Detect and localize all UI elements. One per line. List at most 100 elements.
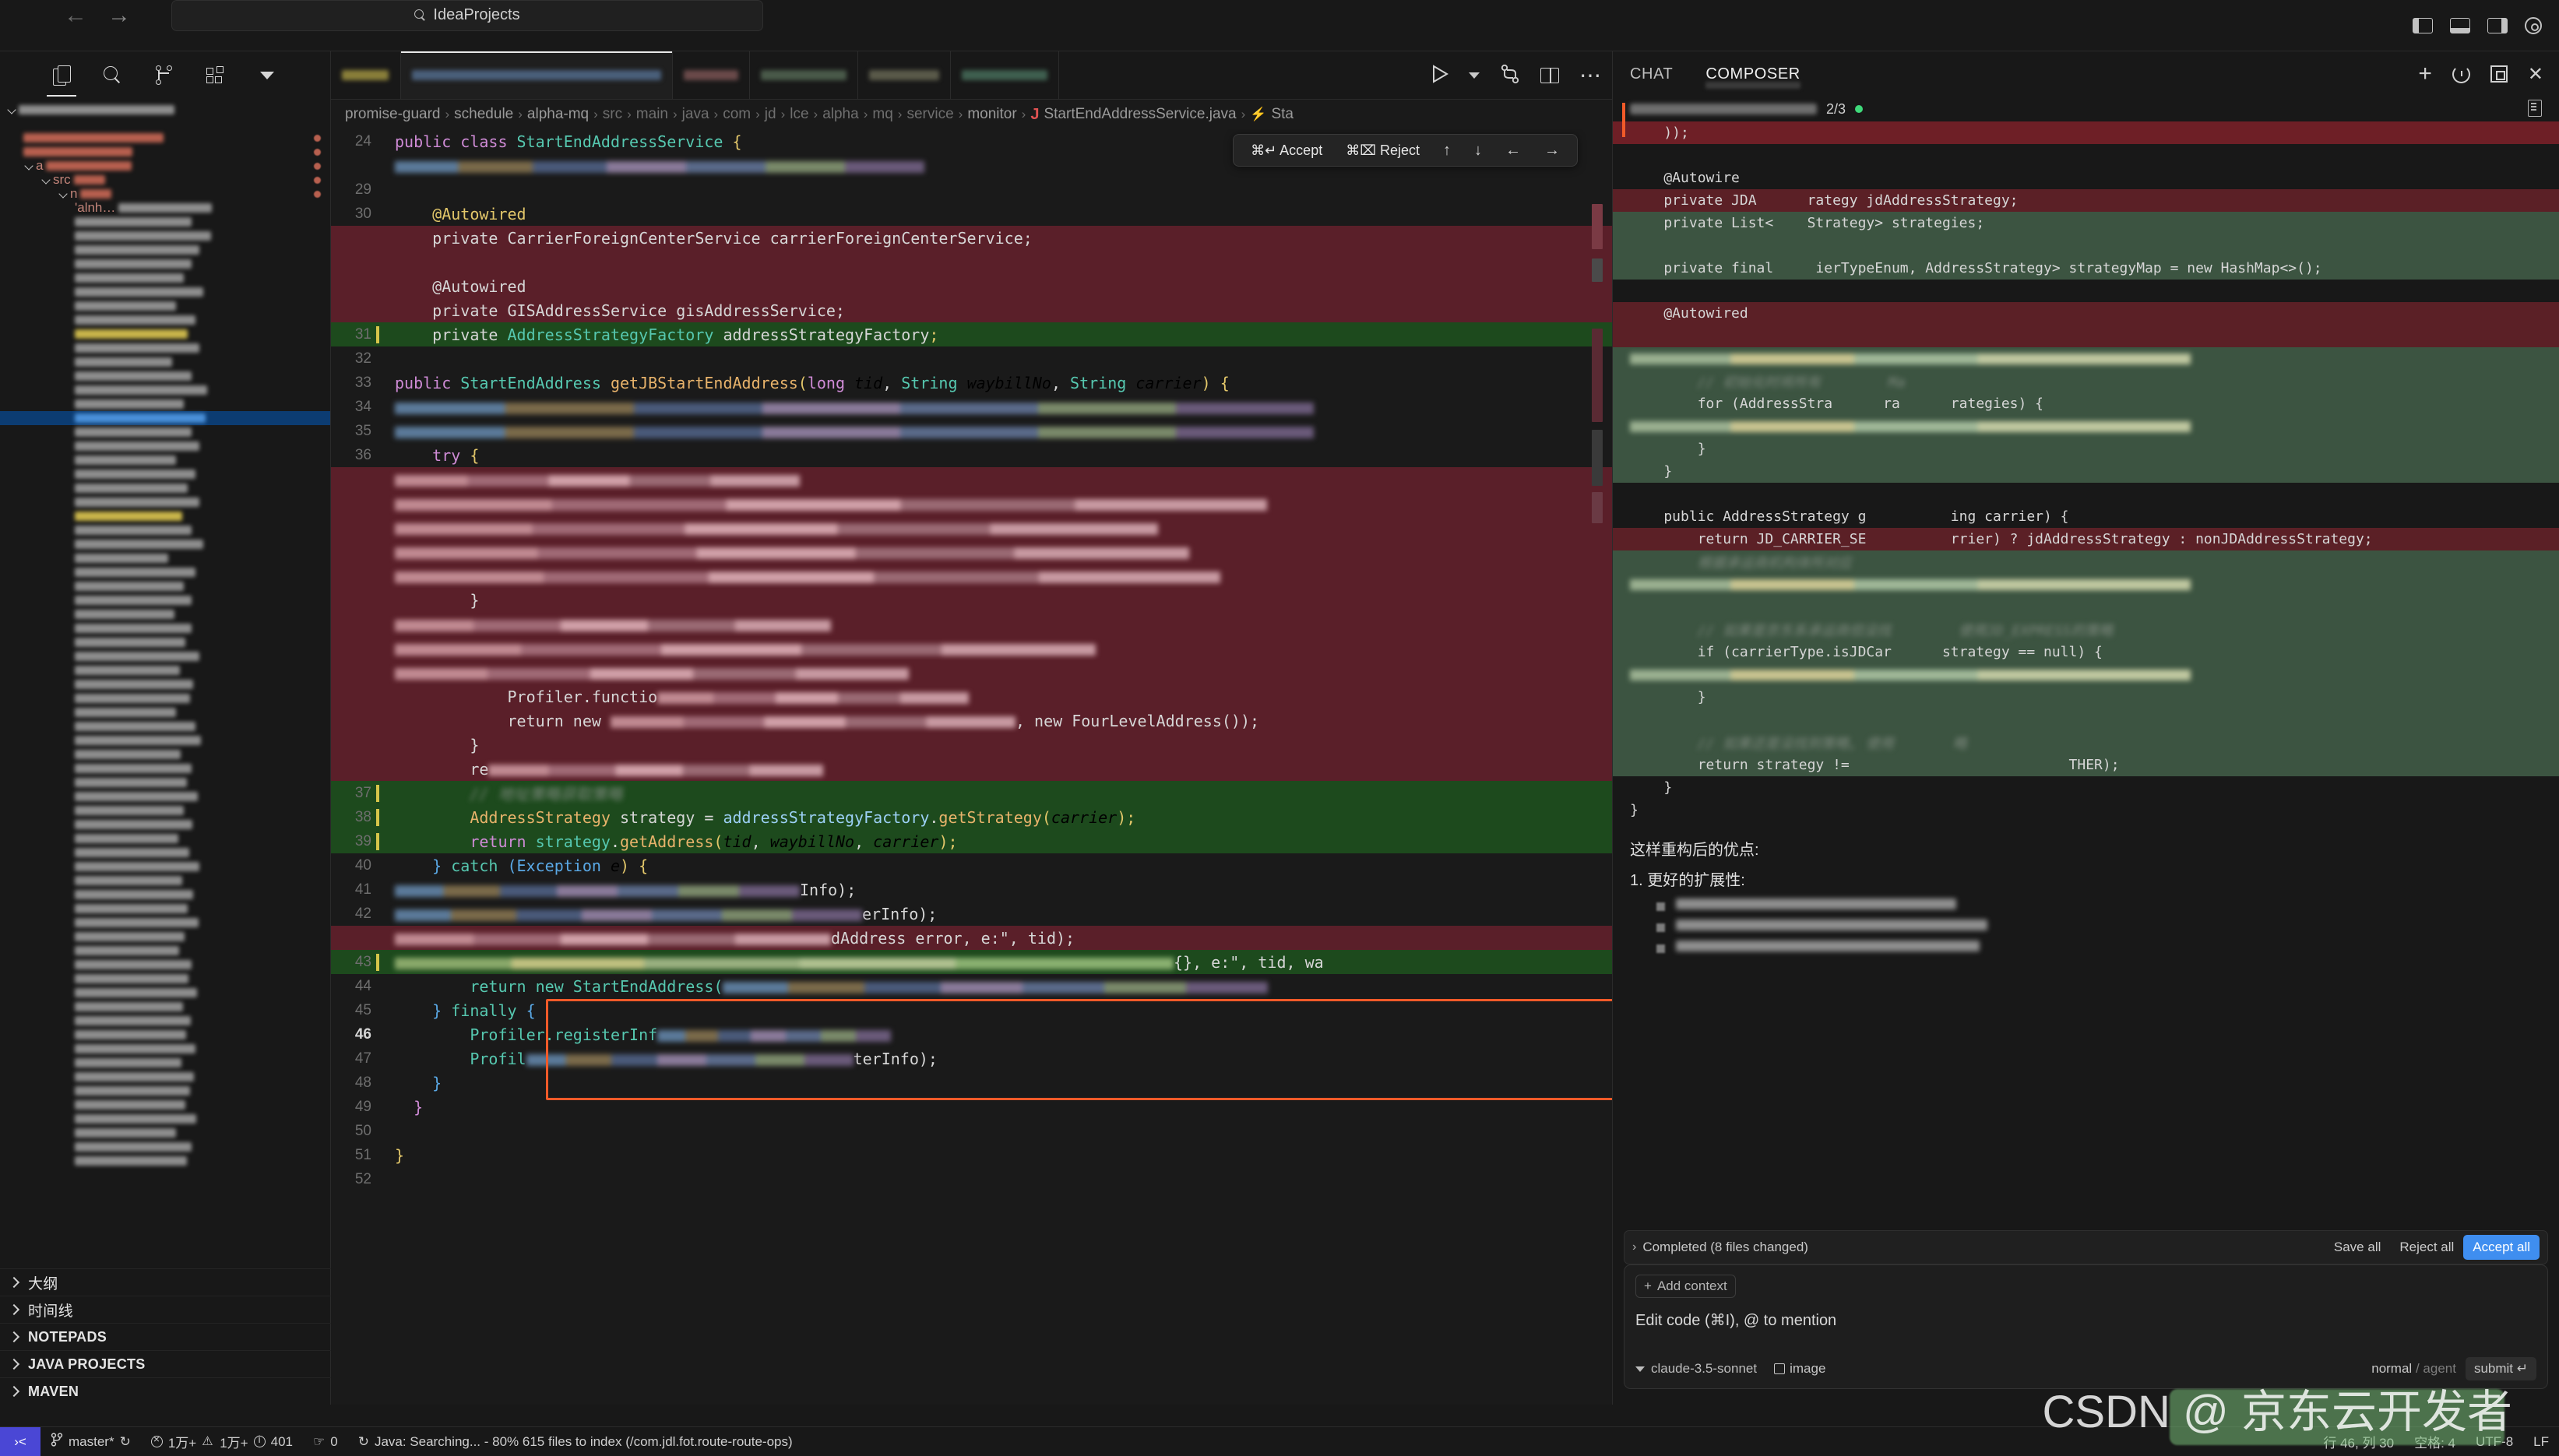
file-tree-item[interactable]: n <box>0 186 330 201</box>
reject-all-button[interactable]: Reject all <box>2390 1235 2463 1260</box>
code-editor[interactable]: 24 public class StartEndAddressService {2… <box>331 129 1612 1372</box>
code-line[interactable] <box>331 636 1612 660</box>
breadcrumb-segment[interactable]: alpha-mq <box>527 106 589 123</box>
code-line[interactable]: 35 <box>331 419 1612 443</box>
arrow-right-icon[interactable]: → <box>1544 142 1560 160</box>
code-line[interactable]: 45 } finally { <box>331 998 1612 1022</box>
run-icon[interactable] <box>1431 64 1448 87</box>
reject-button[interactable]: ⌘⌧ Reject <box>1346 142 1420 159</box>
code-line[interactable]: private GISAddressService gisAddressServ… <box>331 298 1612 322</box>
accept-button[interactable]: ⌘↵ Accept <box>1251 142 1322 159</box>
sidebar-section-5[interactable]: MAVEN <box>0 1377 331 1405</box>
breadcrumb-segment[interactable]: lce <box>790 106 808 123</box>
file-tree-item[interactable] <box>0 509 330 523</box>
editor-tab[interactable] <box>858 51 951 99</box>
code-line[interactable]: private CarrierForeignCenterService carr… <box>331 226 1612 250</box>
tab-chat[interactable]: CHAT <box>1630 51 1673 97</box>
file-tree-item[interactable] <box>0 1154 330 1168</box>
file-tree-item[interactable] <box>0 705 330 719</box>
code-line[interactable]: 29 <box>331 178 1612 202</box>
code-line[interactable]: 38 AddressStrategy strategy = addressStr… <box>331 805 1612 829</box>
code-line[interactable] <box>331 491 1612 515</box>
sidebar-section-1[interactable]: 大纲 <box>0 1268 331 1296</box>
close-icon[interactable]: ✕ <box>2528 63 2543 86</box>
file-tree-item[interactable] <box>0 579 330 593</box>
sidebar-item-source-control[interactable] <box>139 51 190 100</box>
file-tree-item[interactable] <box>0 832 330 846</box>
open-diff-icon[interactable] <box>2528 100 2542 117</box>
file-tree-item[interactable] <box>0 495 330 509</box>
code-line[interactable]: 30 @Autowired <box>331 202 1612 226</box>
submit-button[interactable]: submit ↵ <box>2465 1357 2536 1380</box>
file-tree-item[interactable] <box>0 369 330 383</box>
file-tree-item[interactable] <box>0 593 330 607</box>
file-tree-item[interactable] <box>0 467 330 481</box>
file-tree-item[interactable] <box>0 257 330 271</box>
code-line[interactable]: 48 } <box>331 1071 1612 1095</box>
file-tree-item[interactable] <box>0 523 330 537</box>
breadcrumb-file[interactable]: StartEndAddressService.java <box>1044 106 1236 123</box>
back-arrow-icon[interactable]: ← <box>64 3 87 27</box>
file-tree-item[interactable] <box>0 1042 330 1056</box>
breadcrumb-segment[interactable]: src <box>603 106 622 123</box>
file-tree-item[interactable] <box>0 1070 330 1084</box>
code-line[interactable] <box>331 250 1612 274</box>
code-line[interactable]: } <box>331 733 1612 757</box>
file-tree-item[interactable] <box>0 804 330 818</box>
status-ports[interactable]: ☞ 0 <box>303 1434 348 1450</box>
composer-input-box[interactable]: + Add context Edit code (⌘I), @ to menti… <box>1624 1264 2548 1389</box>
breadcrumb-segment[interactable]: com <box>723 106 751 123</box>
file-tree-item[interactable]: 'alnh… <box>0 200 330 215</box>
file-tree-item[interactable] <box>0 299 330 313</box>
layout-sidebar-right-icon[interactable] <box>2487 18 2508 33</box>
editor-tab[interactable] <box>673 51 750 99</box>
breadcrumb-segment[interactable]: service <box>906 106 953 123</box>
sync-icon[interactable]: ↻ <box>120 1434 131 1450</box>
file-tree-item[interactable] <box>0 397 330 411</box>
chevron-down-icon[interactable] <box>1469 72 1480 79</box>
breadcrumb-symbol[interactable]: Sta <box>1271 106 1294 123</box>
file-tree-item[interactable] <box>0 691 330 705</box>
file-tree-item[interactable]: src <box>0 172 330 187</box>
file-tree-item[interactable] <box>0 215 330 229</box>
code-line[interactable]: 32 <box>331 346 1612 371</box>
file-tree-item[interactable] <box>0 285 330 299</box>
file-tree-item[interactable] <box>0 902 330 916</box>
file-tree-item[interactable] <box>0 761 330 775</box>
sidebar-item-more[interactable] <box>241 51 293 100</box>
file-tree-item[interactable] <box>0 944 330 958</box>
code-line[interactable]: 52 <box>331 1167 1612 1191</box>
file-tree-item[interactable] <box>0 383 330 397</box>
file-tree-item[interactable] <box>0 271 330 285</box>
code-line[interactable]: 36 try { <box>331 443 1612 467</box>
file-tree-item[interactable] <box>0 775 330 790</box>
remote-indicator-icon[interactable]: ›< <box>0 1426 40 1456</box>
code-line[interactable]: 47 Profil terInfo); <box>331 1046 1612 1071</box>
file-tree-item[interactable]: a <box>0 158 330 173</box>
file-tree-item[interactable] <box>0 635 330 649</box>
arrow-left-icon[interactable]: ← <box>1505 142 1521 160</box>
code-line[interactable]: 49 } <box>331 1095 1612 1119</box>
file-tree-item[interactable] <box>0 131 330 145</box>
file-tree-item[interactable] <box>0 649 330 663</box>
file-tree-item[interactable] <box>0 1000 330 1014</box>
layout-sidebar-left-icon[interactable] <box>2413 18 2433 33</box>
file-tree-item[interactable] <box>0 621 330 635</box>
file-tree-item[interactable] <box>0 790 330 804</box>
code-line[interactable]: 41 Info); <box>331 877 1612 902</box>
file-tree-item[interactable] <box>0 1084 330 1098</box>
file-tree[interactable]: a src n'alnh… <box>0 100 330 1168</box>
code-line[interactable]: 42 erInfo); <box>331 902 1612 926</box>
status-problems[interactable]: 1万+ 1万+ 401 <box>141 1432 303 1451</box>
forward-arrow-icon[interactable]: → <box>107 3 131 27</box>
breadcrumb-segment[interactable]: alpha <box>822 106 859 123</box>
editor-tab[interactable] <box>750 51 858 99</box>
code-line[interactable]: re <box>331 757 1612 781</box>
file-tree-item[interactable] <box>0 551 330 565</box>
file-tree-item[interactable] <box>0 313 330 327</box>
code-line[interactable]: 46 Profiler.registerInf <box>331 1022 1612 1046</box>
file-tree-item[interactable] <box>0 860 330 874</box>
breadcrumb-segment[interactable]: mq <box>872 106 892 123</box>
code-line[interactable] <box>331 515 1612 540</box>
file-tree-item[interactable] <box>0 888 330 902</box>
